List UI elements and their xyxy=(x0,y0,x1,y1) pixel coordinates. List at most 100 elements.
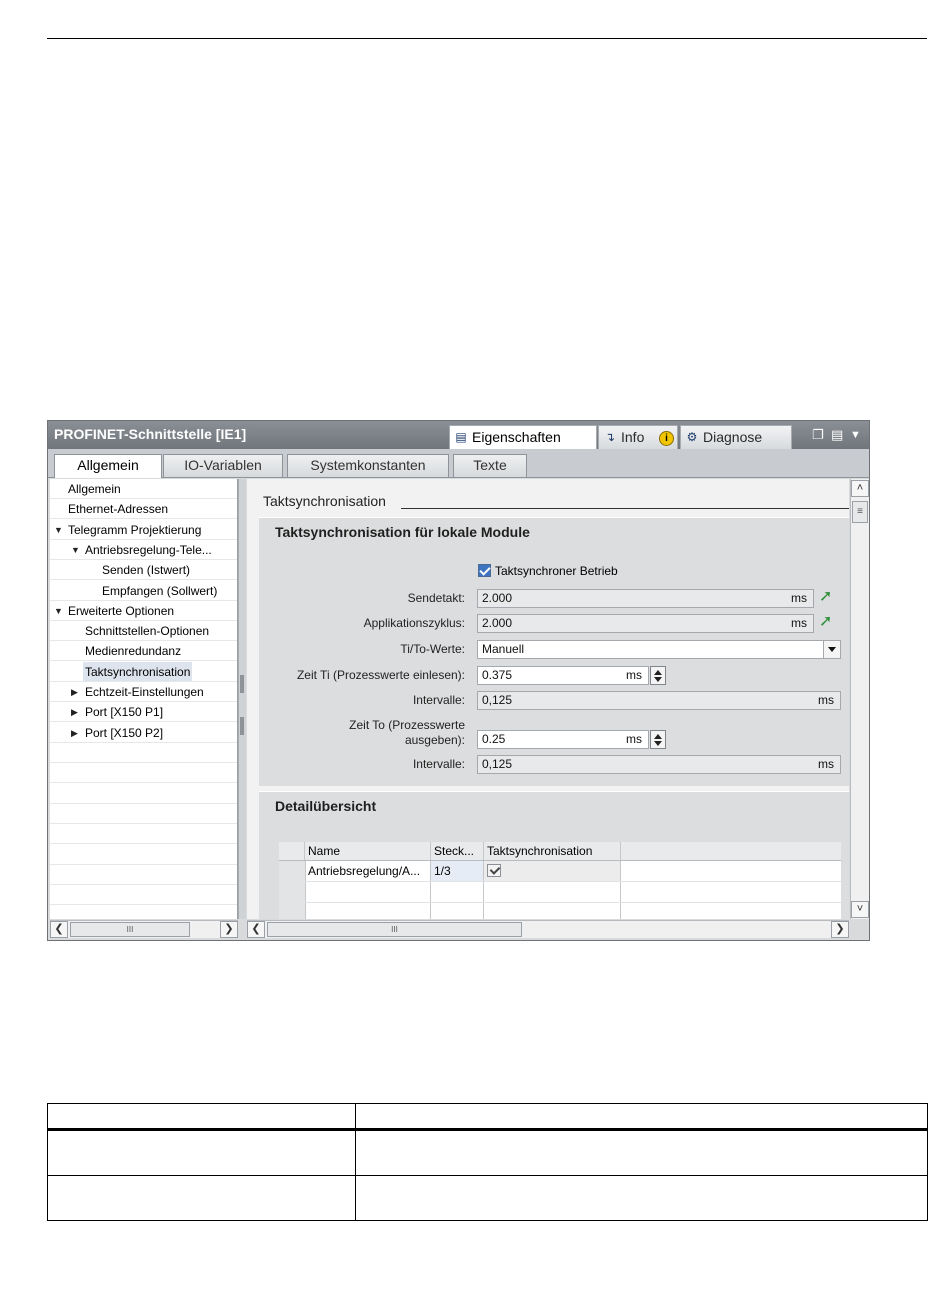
expanded-arrow-icon[interactable]: ▼ xyxy=(71,540,80,559)
menu-chevron-down-icon[interactable]: ▼ xyxy=(850,428,861,442)
scroll-left-icon[interactable]: ❮ xyxy=(50,921,68,938)
scroll-down-icon[interactable]: ˅ xyxy=(851,901,869,918)
document-table-header xyxy=(48,1104,927,1131)
col-steck[interactable]: Steck... xyxy=(431,842,484,860)
splitter-collapse-handle[interactable] xyxy=(240,675,244,693)
document-table-cell xyxy=(48,1176,356,1220)
tree-item-label: Medienredundanz xyxy=(85,644,182,658)
maximize-icon[interactable]: ▤ xyxy=(831,428,843,442)
tab-info[interactable]: ↴ Info i xyxy=(598,425,678,449)
document-table-row xyxy=(48,1131,927,1176)
go-to-arrow-icon[interactable]: ➚ xyxy=(819,614,832,630)
tree-item-medienredundanz[interactable]: Medienredundanz xyxy=(50,641,237,661)
intervalle-ti-unit: ms xyxy=(818,693,834,707)
col-taktsynchronisation[interactable]: Taktsynchronisation xyxy=(484,842,621,860)
section-tab-bar: Allgemein IO-Variablen Systemkonstanten … xyxy=(48,449,869,478)
cell-name: Antriebsregelung/A... xyxy=(305,861,431,881)
navigation-tree: Allgemein Ethernet-Adressen ▼ Telegramm … xyxy=(50,479,238,919)
tab-io-variablen[interactable]: IO-Variablen xyxy=(163,454,283,477)
tab-allgemein[interactable]: Allgemein xyxy=(54,454,162,478)
tab-eigenschaften-label: Eigenschaften xyxy=(472,429,561,445)
zeit-to-label-line1: Zeit To (Prozesswerte xyxy=(349,718,465,732)
applikationszyklus-unit: ms xyxy=(791,616,807,630)
page-top-rule xyxy=(47,38,927,39)
zeit-ti-stepper[interactable] xyxy=(650,666,666,685)
table-row xyxy=(279,903,841,919)
document-table-cell xyxy=(48,1104,356,1128)
scroll-left-icon[interactable]: ❮ xyxy=(247,921,265,938)
splitter-expand-handle[interactable] xyxy=(240,717,244,735)
tree-item-port-p1[interactable]: ▶ Port [X150 P1] xyxy=(50,702,237,722)
zeit-to-input[interactable]: 0.25 ms xyxy=(477,730,649,749)
taktsynchroner-betrieb-checkbox[interactable] xyxy=(478,564,491,577)
row-header xyxy=(279,882,306,902)
tree-item-erweiterte-optionen[interactable]: ▼ Erweiterte Optionen xyxy=(50,601,237,621)
collapsed-arrow-icon[interactable]: ▶ xyxy=(71,702,78,721)
cell-empty xyxy=(431,903,484,919)
row-header[interactable] xyxy=(279,861,306,881)
tree-item-antriebsregelung[interactable]: ▼ Antriebsregelung-Tele... xyxy=(50,540,237,560)
col-name[interactable]: Name xyxy=(305,842,431,860)
applikationszyklus-label: Applikationszyklus: xyxy=(363,616,465,630)
window-title: PROFINET-Schnittstelle [IE1] xyxy=(54,426,247,442)
tree-item-label: Antriebsregelung-Tele... xyxy=(85,543,212,557)
restore-icon[interactable]: ❐ xyxy=(812,428,824,442)
scroll-right-icon[interactable]: ❯ xyxy=(831,921,849,938)
tree-item-allgemein[interactable]: Allgemein xyxy=(50,479,237,499)
zeit-ti-input[interactable]: 0.375 ms xyxy=(477,666,649,685)
collapsed-arrow-icon[interactable]: ▶ xyxy=(71,682,78,701)
cell-steck: 1/3 xyxy=(431,861,484,881)
intervalle-ti-value: 0,125 xyxy=(482,693,513,707)
tree-empty-row xyxy=(50,804,237,824)
taktsynchroner-betrieb-label: Taktsynchroner Betrieb xyxy=(495,564,618,578)
tree-item-echtzeit-einstellungen[interactable]: ▶ Echtzeit-Einstellungen xyxy=(50,682,237,702)
inspector-window: PROFINET-Schnittstelle [IE1] ▤ Eigenscha… xyxy=(47,420,870,941)
collapsed-arrow-icon[interactable]: ▶ xyxy=(71,723,78,742)
go-to-arrow-icon[interactable]: ➚ xyxy=(819,589,832,605)
intervalle-to-unit: ms xyxy=(818,757,834,771)
tab-systemkonstanten[interactable]: Systemkonstanten xyxy=(287,454,449,477)
scroll-thumb[interactable]: ≡ xyxy=(852,501,868,523)
tree-empty-row xyxy=(50,763,237,783)
sendetakt-field: 2.000 ms xyxy=(477,589,814,608)
tree-item-port-p2[interactable]: ▶ Port [X150 P2] xyxy=(50,723,237,743)
tab-info-label: Info xyxy=(621,429,645,445)
table-row[interactable]: Antriebsregelung/A... 1/3 xyxy=(279,861,841,882)
zeit-ti-value: 0.375 xyxy=(482,668,513,682)
expanded-arrow-icon[interactable]: ▼ xyxy=(54,601,63,620)
tree-item-empfangen[interactable]: Empfangen (Sollwert) xyxy=(50,581,237,601)
expanded-arrow-icon[interactable]: ▼ xyxy=(54,520,63,539)
ti-to-werte-dropdown[interactable]: Manuell xyxy=(477,640,841,659)
cell-empty xyxy=(484,882,621,902)
scroll-thumb[interactable]: III xyxy=(267,922,522,937)
content-vertical-scrollbar[interactable]: ˄ ≡ ˅ xyxy=(850,479,869,919)
group-title: Taktsynchronisation für lokale Module xyxy=(275,524,530,540)
tree-empty-row xyxy=(50,845,237,865)
chevron-down-icon[interactable] xyxy=(823,641,840,658)
tree-item-telegramm-projektierung[interactable]: ▼ Telegramm Projektierung xyxy=(50,520,237,540)
tree-item-taktsynchronisation[interactable]: Taktsynchronisation xyxy=(50,662,237,682)
scroll-thumb[interactable]: III xyxy=(70,922,190,937)
scroll-right-icon[interactable]: ❯ xyxy=(220,921,238,938)
content-horizontal-scrollbar[interactable]: ❮ III ❯ xyxy=(247,920,849,938)
zeit-to-label-line2: ausgeben): xyxy=(404,733,465,747)
tree-item-schnittstellen-optionen[interactable]: Schnittstellen-Optionen xyxy=(50,621,237,641)
row-header xyxy=(279,903,306,919)
tree-item-senden[interactable]: Senden (Istwert) xyxy=(50,560,237,580)
properties-content: Taktsynchronisation Taktsynchronisation … xyxy=(247,479,849,919)
zeit-to-stepper[interactable] xyxy=(650,730,666,749)
detail-table-header: Name Steck... Taktsynchronisation xyxy=(279,842,841,861)
tab-diagnose-label: Diagnose xyxy=(703,429,763,445)
tab-diagnose[interactable]: ⚙ Diagnose xyxy=(680,425,792,449)
tab-eigenschaften[interactable]: ▤ Eigenschaften xyxy=(449,425,597,449)
tab-texte[interactable]: Texte xyxy=(453,454,527,477)
tree-horizontal-scrollbar[interactable]: ❮ III ❯ xyxy=(50,920,238,938)
checkmark-icon[interactable] xyxy=(487,864,501,877)
row-header-corner xyxy=(279,842,305,860)
properties-icon: ▤ xyxy=(455,430,467,444)
tree-splitter[interactable] xyxy=(238,479,246,919)
document-table-cell xyxy=(48,1131,356,1175)
scroll-up-icon[interactable]: ˄ xyxy=(851,480,869,497)
tree-item-ethernet-adressen[interactable]: Ethernet-Adressen xyxy=(50,499,237,519)
applikationszyklus-field: 2.000 ms xyxy=(477,614,814,633)
